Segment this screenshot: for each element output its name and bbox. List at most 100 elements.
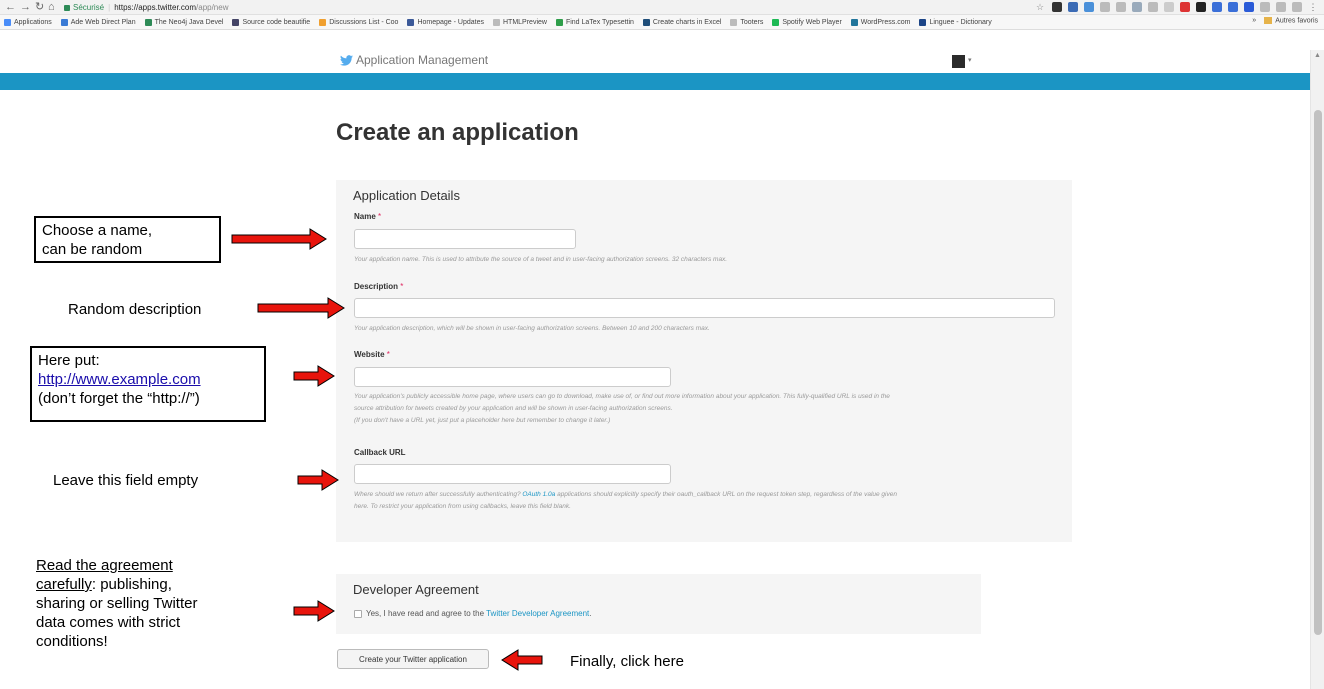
callback-help-text-b: applications should explicitly specify t… <box>557 491 897 498</box>
annotation-agreement-line-4: data comes with strict <box>36 614 181 631</box>
bookmark-label: HTMLPreview <box>503 18 547 26</box>
more-bookmarks-button[interactable]: » <box>1252 17 1256 24</box>
bookmark-favicon-icon <box>555 18 563 26</box>
translate-extension-icon[interactable] <box>1276 2 1286 12</box>
bookmark-item[interactable]: Discussions List - Coo <box>319 18 399 26</box>
agreement-period: . <box>589 609 592 618</box>
bookmark-label: Discussions List - Coo <box>329 18 399 26</box>
website-label: Website * <box>354 350 390 359</box>
star-icon[interactable]: ☆ <box>1036 2 1046 12</box>
callback-label: Callback URL <box>354 448 406 457</box>
bookmark-label: Spotify Web Player <box>782 18 842 26</box>
minus-extension-icon[interactable] <box>1164 2 1174 12</box>
annotation-website-box: Here put: http://www.example.com (don’t … <box>30 346 266 422</box>
bookmark-favicon-icon <box>919 18 927 26</box>
scroll-thumb[interactable] <box>1314 110 1322 635</box>
z-extension-icon[interactable] <box>1196 2 1206 12</box>
secure-label: Sécurisé <box>73 3 105 12</box>
website-help-line-2: source attribution for tweets created by… <box>354 405 673 412</box>
forward-icon[interactable]: → <box>20 1 31 13</box>
bookmark-extension-icon[interactable] <box>1148 2 1158 12</box>
annotation-name-box: Choose a name, can be random <box>34 216 221 263</box>
screen-extension-icon[interactable] <box>1292 2 1302 12</box>
pocket-extension-icon[interactable] <box>1116 2 1126 12</box>
application-details-panel: Application Details Name * Your applicat… <box>336 180 1072 542</box>
annotation-agreement-line-1: Read the agreement <box>36 557 173 574</box>
name-input[interactable] <box>354 229 576 249</box>
agreement-checkbox-label: Yes, I have read and agree to the <box>366 609 485 618</box>
avatar[interactable] <box>952 55 965 68</box>
website-label-text: Website <box>354 350 385 359</box>
annotation-agreement-rest: : publishing, <box>91 576 172 593</box>
agreement-checkbox[interactable] <box>354 610 362 618</box>
bookmark-label: WordPress.com <box>860 18 911 26</box>
bookmark-label: Tooters <box>740 18 764 26</box>
pen-extension-icon[interactable] <box>1052 2 1062 12</box>
bookmark-favicon-icon <box>642 18 650 26</box>
name-label-text: Name <box>354 212 376 221</box>
callback-url-input[interactable] <box>354 464 671 484</box>
bookmark-favicon-icon <box>493 18 500 26</box>
brand[interactable]: Application Management <box>340 53 488 67</box>
bookmark-label: Ade Web Direct Plan <box>70 18 136 26</box>
back-icon[interactable]: ← <box>5 1 16 13</box>
other-bookmarks-folder[interactable]: Autres favoris <box>1264 17 1318 24</box>
description-input[interactable] <box>354 298 1055 318</box>
create-application-button[interactable]: Create your Twitter application <box>337 649 489 669</box>
reload-icon[interactable]: ↻ <box>35 1 44 13</box>
page-title: Create an application <box>336 119 579 146</box>
bookmark-label: Applications <box>14 18 52 26</box>
person-extension-icon[interactable] <box>1084 2 1094 12</box>
required-mark: * <box>378 212 382 221</box>
shield-extension-icon[interactable] <box>1244 2 1254 12</box>
bookmark-item[interactable]: HTMLPreview <box>493 18 547 26</box>
annotation-example-link[interactable]: http://www.example.com <box>38 370 258 389</box>
calendar-extension-icon[interactable] <box>1212 2 1222 12</box>
bookmark-label: Create charts in Excel <box>652 18 722 26</box>
url-path: /app/new <box>196 3 229 12</box>
bookmark-favicon-icon <box>730 18 738 26</box>
website-input[interactable] <box>354 367 671 387</box>
required-mark: * <box>400 282 404 291</box>
url-host: https://apps.twitter.com <box>114 3 197 12</box>
bookmark-favicon-icon <box>232 18 240 26</box>
other-bookmarks-label: Autres favoris <box>1275 17 1318 25</box>
arrow-left-icon <box>501 649 543 671</box>
bookmarks-overflow: » Autres favoris <box>1252 17 1318 24</box>
scrollbar[interactable]: ▲ <box>1310 50 1324 689</box>
drop-extension-icon[interactable] <box>1260 2 1270 12</box>
website-help-line-3: (If you don't have a URL yet, just put a… <box>354 417 611 424</box>
annotation-description: Random description <box>68 301 202 318</box>
oauth-link[interactable]: OAuth 1.0a <box>522 491 555 498</box>
home-icon[interactable]: ⌂ <box>48 1 55 13</box>
brand-title: Application Management <box>356 53 489 67</box>
menu-icon[interactable]: ⋮ <box>1308 2 1318 12</box>
bookmark-item[interactable]: WordPress.com <box>850 18 911 26</box>
bookmark-item[interactable]: Tooters <box>730 18 764 26</box>
chevron-down-icon[interactable]: ▾ <box>968 56 972 64</box>
details-heading: Application Details <box>353 188 460 203</box>
bookmark-item[interactable]: Source code beautifie <box>232 18 310 26</box>
link-extension-icon[interactable] <box>1100 2 1110 12</box>
bookmark-item[interactable]: Applications <box>4 18 52 26</box>
bookmark-item[interactable]: The Neo4j Java Devel <box>144 18 223 26</box>
scroll-up-icon[interactable]: ▲ <box>1314 52 1321 59</box>
bookmark-item[interactable]: Homepage - Updates <box>407 18 484 26</box>
bookmark-item[interactable]: Create charts in Excel <box>642 18 722 26</box>
developer-agreement-link[interactable]: Twitter Developer Agreement <box>486 609 589 618</box>
bookmark-item[interactable]: Ade Web Direct Plan <box>60 18 136 26</box>
reader-extension-icon[interactable] <box>1132 2 1142 12</box>
cloud-extension-icon[interactable] <box>1068 2 1078 12</box>
url-separator: | <box>108 3 111 12</box>
bookmark-item[interactable]: Find LaTex Typesettin <box>555 18 634 26</box>
description-label: Description * <box>354 282 403 291</box>
bookmarks-bar: Applications Ade Web Direct Plan The Neo4j… <box>0 15 1324 30</box>
bookmark-item[interactable]: Linguee - Dictionary <box>919 18 992 26</box>
bookmark-item[interactable]: Spotify Web Player <box>772 18 842 26</box>
callback-help-line-2: here. To restrict your application from … <box>354 503 571 510</box>
google-extension-icon[interactable] <box>1180 2 1190 12</box>
cast-extension-icon[interactable] <box>1228 2 1238 12</box>
bookmark-favicon-icon <box>772 18 780 26</box>
annotation-name-line-1: Choose a name, <box>42 222 153 239</box>
address-bar[interactable]: Sécurisé | https://apps.twitter.com/app/… <box>64 1 228 14</box>
